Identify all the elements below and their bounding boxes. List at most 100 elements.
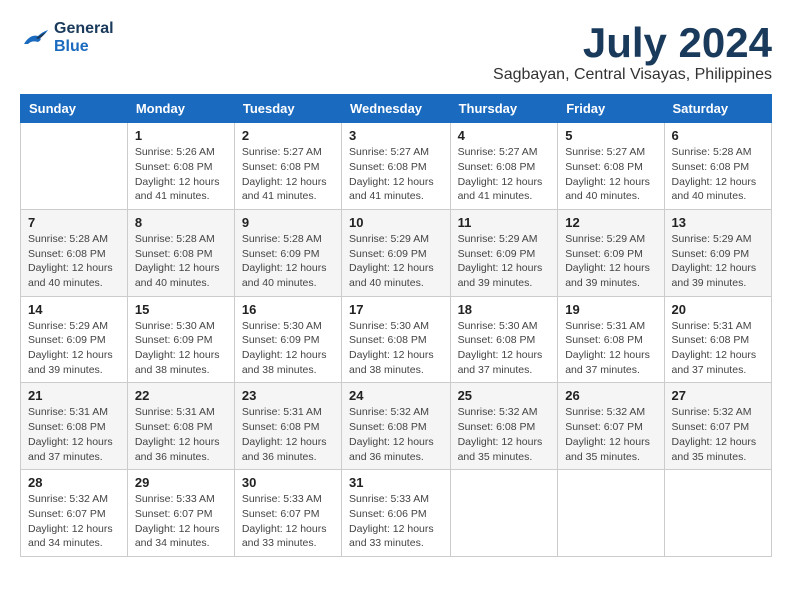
day-info: Sunrise: 5:27 AM Sunset: 6:08 PM Dayligh…: [242, 145, 334, 204]
day-number: 7: [28, 215, 120, 230]
day-info: Sunrise: 5:26 AM Sunset: 6:08 PM Dayligh…: [135, 145, 227, 204]
weekday-header-friday: Friday: [558, 95, 664, 123]
calendar-cell: 7 Sunrise: 5:28 AM Sunset: 6:08 PM Daylig…: [21, 209, 128, 296]
calendar-cell: 27 Sunrise: 5:32 AM Sunset: 6:07 PM Dayli…: [664, 383, 771, 470]
weekday-header-row: SundayMondayTuesdayWednesdayThursdayFrid…: [21, 95, 772, 123]
day-info: Sunrise: 5:29 AM Sunset: 6:09 PM Dayligh…: [458, 232, 551, 291]
day-number: 9: [242, 215, 334, 230]
calendar-cell: [450, 470, 558, 557]
calendar-cell: 1Sunrise: 5:26 AM Sunset: 6:08 PM Daylig…: [127, 123, 234, 210]
calendar-cell: 12Sunrise: 5:29 AM Sunset: 6:09 PM Dayli…: [558, 209, 664, 296]
calendar-week-row: 21Sunrise: 5:31 AM Sunset: 6:08 PM Dayli…: [21, 383, 772, 470]
calendar-cell: [664, 470, 771, 557]
weekday-header-monday: Monday: [127, 95, 234, 123]
day-number: 6: [672, 128, 764, 143]
calendar-cell: 8 Sunrise: 5:28 AM Sunset: 6:08 PM Daylig…: [127, 209, 234, 296]
day-info: Sunrise: 5:31 AM Sunset: 6:08 PM Dayligh…: [565, 319, 656, 378]
page-header: General Blue July 2024 Sagbayan, Central…: [20, 20, 772, 84]
day-number: 26: [565, 388, 656, 403]
weekday-header-sunday: Sunday: [21, 95, 128, 123]
day-info: Sunrise: 5:31 AM Sunset: 6:08 PM Dayligh…: [28, 405, 120, 464]
day-number: 24: [349, 388, 443, 403]
calendar-cell: 31 Sunrise: 5:33 AM Sunset: 6:06 PM Dayli…: [342, 470, 451, 557]
day-info: Sunrise: 5:33 AM Sunset: 6:06 PM Dayligh…: [349, 492, 443, 551]
day-number: 13: [672, 215, 764, 230]
calendar-cell: 6 Sunrise: 5:28 AM Sunset: 6:08 PM Daylig…: [664, 123, 771, 210]
calendar-cell: 14 Sunrise: 5:29 AM Sunset: 6:09 PM Dayli…: [21, 296, 128, 383]
calendar-cell: 22Sunrise: 5:31 AM Sunset: 6:08 PM Dayli…: [127, 383, 234, 470]
day-info: Sunrise: 5:28 AM Sunset: 6:08 PM Dayligh…: [672, 145, 764, 204]
calendar-cell: 18 Sunrise: 5:30 AM Sunset: 6:08 PM Dayli…: [450, 296, 558, 383]
day-number: 10: [349, 215, 443, 230]
calendar-cell: 20 Sunrise: 5:31 AM Sunset: 6:08 PM Dayli…: [664, 296, 771, 383]
day-info: Sunrise: 5:29 AM Sunset: 6:09 PM Dayligh…: [28, 319, 120, 378]
day-number: 22: [135, 388, 227, 403]
calendar-cell: 30Sunrise: 5:33 AM Sunset: 6:07 PM Dayli…: [234, 470, 341, 557]
day-info: Sunrise: 5:27 AM Sunset: 6:08 PM Dayligh…: [565, 145, 656, 204]
day-info: Sunrise: 5:27 AM Sunset: 6:08 PM Dayligh…: [458, 145, 551, 204]
day-number: 19: [565, 302, 656, 317]
day-info: Sunrise: 5:27 AM Sunset: 6:08 PM Dayligh…: [349, 145, 443, 204]
location-title: Sagbayan, Central Visayas, Philippines: [493, 66, 772, 84]
day-number: 18: [458, 302, 551, 317]
day-info: Sunrise: 5:32 AM Sunset: 6:07 PM Dayligh…: [565, 405, 656, 464]
weekday-header-wednesday: Wednesday: [342, 95, 451, 123]
calendar-cell: 11 Sunrise: 5:29 AM Sunset: 6:09 PM Dayli…: [450, 209, 558, 296]
day-number: 31: [349, 475, 443, 490]
day-number: 27: [672, 388, 764, 403]
day-number: 4: [458, 128, 551, 143]
day-info: Sunrise: 5:30 AM Sunset: 6:09 PM Dayligh…: [135, 319, 227, 378]
day-number: 11: [458, 215, 551, 230]
day-number: 5: [565, 128, 656, 143]
calendar-cell: 4 Sunrise: 5:27 AM Sunset: 6:08 PM Daylig…: [450, 123, 558, 210]
calendar-cell: 29Sunrise: 5:33 AM Sunset: 6:07 PM Dayli…: [127, 470, 234, 557]
day-info: Sunrise: 5:29 AM Sunset: 6:09 PM Dayligh…: [349, 232, 443, 291]
logo: General Blue: [20, 20, 114, 55]
calendar-cell: 10 Sunrise: 5:29 AM Sunset: 6:09 PM Dayli…: [342, 209, 451, 296]
day-info: Sunrise: 5:28 AM Sunset: 6:08 PM Dayligh…: [135, 232, 227, 291]
day-number: 30: [242, 475, 334, 490]
logo-bird-icon: [20, 26, 50, 50]
weekday-header-thursday: Thursday: [450, 95, 558, 123]
calendar-cell: [558, 470, 664, 557]
weekday-header-saturday: Saturday: [664, 95, 771, 123]
day-number: 25: [458, 388, 551, 403]
day-number: 23: [242, 388, 334, 403]
day-number: 20: [672, 302, 764, 317]
calendar-cell: 9 Sunrise: 5:28 AM Sunset: 6:09 PM Daylig…: [234, 209, 341, 296]
day-info: Sunrise: 5:30 AM Sunset: 6:08 PM Dayligh…: [458, 319, 551, 378]
calendar-table: SundayMondayTuesdayWednesdayThursdayFrid…: [20, 94, 772, 557]
day-info: Sunrise: 5:28 AM Sunset: 6:08 PM Dayligh…: [28, 232, 120, 291]
day-number: 12: [565, 215, 656, 230]
calendar-cell: 24Sunrise: 5:32 AM Sunset: 6:08 PM Dayli…: [342, 383, 451, 470]
day-number: 29: [135, 475, 227, 490]
calendar-cell: 25Sunrise: 5:32 AM Sunset: 6:08 PM Dayli…: [450, 383, 558, 470]
title-area: July 2024 Sagbayan, Central Visayas, Phi…: [493, 20, 772, 84]
day-info: Sunrise: 5:30 AM Sunset: 6:08 PM Dayligh…: [349, 319, 443, 378]
day-info: Sunrise: 5:31 AM Sunset: 6:08 PM Dayligh…: [242, 405, 334, 464]
calendar-cell: 3 Sunrise: 5:27 AM Sunset: 6:08 PM Daylig…: [342, 123, 451, 210]
day-info: Sunrise: 5:32 AM Sunset: 6:07 PM Dayligh…: [28, 492, 120, 551]
day-number: 16: [242, 302, 334, 317]
month-title: July 2024: [493, 20, 772, 66]
day-info: Sunrise: 5:32 AM Sunset: 6:07 PM Dayligh…: [672, 405, 764, 464]
day-number: 8: [135, 215, 227, 230]
day-number: 3: [349, 128, 443, 143]
calendar-cell: 5 Sunrise: 5:27 AM Sunset: 6:08 PM Daylig…: [558, 123, 664, 210]
calendar-cell: 2Sunrise: 5:27 AM Sunset: 6:08 PM Daylig…: [234, 123, 341, 210]
day-info: Sunrise: 5:30 AM Sunset: 6:09 PM Dayligh…: [242, 319, 334, 378]
calendar-week-row: 14 Sunrise: 5:29 AM Sunset: 6:09 PM Dayli…: [21, 296, 772, 383]
calendar-cell: [21, 123, 128, 210]
calendar-cell: 26 Sunrise: 5:32 AM Sunset: 6:07 PM Dayli…: [558, 383, 664, 470]
calendar-cell: 17 Sunrise: 5:30 AM Sunset: 6:08 PM Dayli…: [342, 296, 451, 383]
day-number: 17: [349, 302, 443, 317]
calendar-week-row: 1Sunrise: 5:26 AM Sunset: 6:08 PM Daylig…: [21, 123, 772, 210]
day-number: 14: [28, 302, 120, 317]
calendar-week-row: 28Sunrise: 5:32 AM Sunset: 6:07 PM Dayli…: [21, 470, 772, 557]
calendar-cell: 23 Sunrise: 5:31 AM Sunset: 6:08 PM Dayli…: [234, 383, 341, 470]
day-info: Sunrise: 5:29 AM Sunset: 6:09 PM Dayligh…: [672, 232, 764, 291]
calendar-cell: 16 Sunrise: 5:30 AM Sunset: 6:09 PM Dayli…: [234, 296, 341, 383]
day-info: Sunrise: 5:31 AM Sunset: 6:08 PM Dayligh…: [672, 319, 764, 378]
calendar-cell: 21Sunrise: 5:31 AM Sunset: 6:08 PM Dayli…: [21, 383, 128, 470]
day-info: Sunrise: 5:28 AM Sunset: 6:09 PM Dayligh…: [242, 232, 334, 291]
